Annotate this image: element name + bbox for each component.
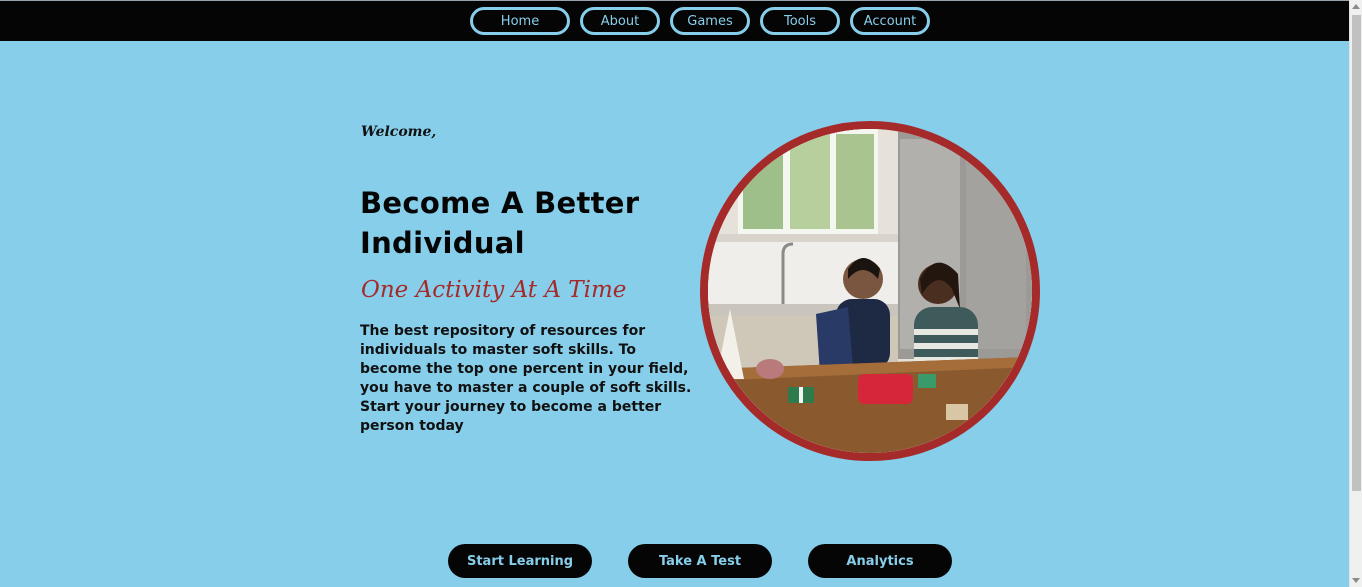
hero-headline: Become A Better Individual [360,186,640,260]
scrollbar-thumb[interactable] [1352,15,1361,491]
hero-tagline: One Activity At A Time [361,277,627,303]
nav-home-button[interactable]: Home [470,7,570,35]
analytics-button[interactable]: Analytics [808,544,952,578]
nav-games-button[interactable]: Games [670,7,750,35]
welcome-text: Welcome, [361,124,437,140]
top-nav-bar: Home About Games Tools Account [0,0,1349,41]
nav-tools-button[interactable]: Tools [760,7,840,35]
nav-about-button[interactable]: About [580,7,660,35]
hero-photo-illustration [708,129,1032,453]
take-a-test-button[interactable]: Take A Test [628,544,772,578]
scroll-down-arrow-icon[interactable] [1352,578,1360,583]
start-learning-button[interactable]: Start Learning [448,544,592,578]
vertical-scrollbar[interactable] [1349,0,1362,587]
hero-image [700,121,1040,461]
hero-description: The best repository of resources for ind… [360,323,692,434]
scroll-up-arrow-icon[interactable] [1352,4,1360,9]
main-nav: Home About Games Tools Account [0,7,1349,37]
nav-account-button[interactable]: Account [850,7,930,35]
